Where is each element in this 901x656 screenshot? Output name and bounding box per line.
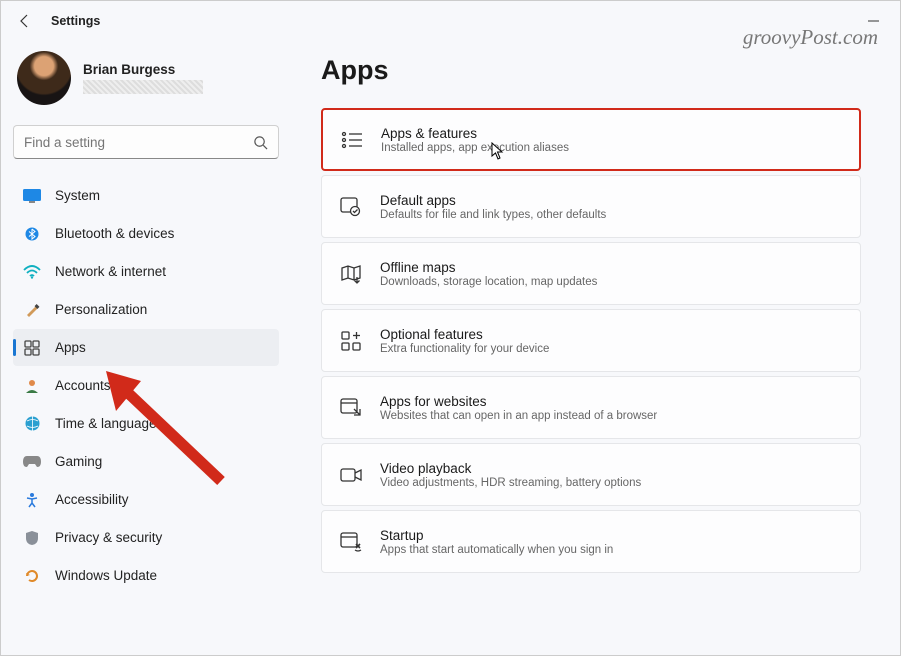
card-title: Optional features	[380, 327, 549, 342]
apps-websites-icon	[340, 397, 362, 419]
card-sub: Websites that can open in an app instead…	[380, 410, 657, 422]
wifi-icon	[23, 263, 41, 281]
nav-label: System	[55, 188, 100, 203]
card-video-playback[interactable]: Video playbackVideo adjustments, HDR str…	[321, 443, 861, 506]
card-title: Apps & features	[381, 126, 569, 141]
sidebar-item-apps[interactable]: Apps	[13, 329, 279, 366]
nav-label: Windows Update	[55, 568, 157, 583]
card-offline-maps[interactable]: Offline mapsDownloads, storage location,…	[321, 242, 861, 305]
nav-label: Accessibility	[55, 492, 129, 507]
sidebar-item-accessibility[interactable]: Accessibility	[13, 481, 279, 518]
brush-icon	[23, 301, 41, 319]
clock-globe-icon	[23, 415, 41, 433]
sidebar-item-bluetooth[interactable]: Bluetooth & devices	[13, 215, 279, 252]
search-icon	[253, 135, 268, 150]
sidebar-item-update[interactable]: Windows Update	[13, 557, 279, 594]
nav-label: Network & internet	[55, 264, 166, 279]
nav-label: Bluetooth & devices	[55, 226, 174, 241]
nav-label: Accounts	[55, 378, 111, 393]
card-apps-websites[interactable]: Apps for websitesWebsites that can open …	[321, 376, 861, 439]
sidebar-item-privacy[interactable]: Privacy & security	[13, 519, 279, 556]
card-title: Default apps	[380, 193, 606, 208]
card-sub: Extra functionality for your device	[380, 343, 549, 355]
sidebar: Brian Burgess System Bluetooth & devices…	[1, 41, 291, 655]
sidebar-item-network[interactable]: Network & internet	[13, 253, 279, 290]
page-title: Apps	[321, 55, 870, 86]
optional-features-icon	[340, 330, 362, 352]
card-sub: Video adjustments, HDR streaming, batter…	[380, 477, 641, 489]
card-title: Apps for websites	[380, 394, 657, 409]
list-icon	[341, 129, 363, 151]
gaming-icon	[23, 453, 41, 471]
apps-icon	[23, 339, 41, 357]
nav-label: Privacy & security	[55, 530, 162, 545]
search-input[interactable]	[24, 135, 253, 150]
window-title: Settings	[51, 14, 100, 28]
default-apps-icon	[340, 196, 362, 218]
accounts-icon	[23, 377, 41, 395]
sidebar-item-personalization[interactable]: Personalization	[13, 291, 279, 328]
update-icon	[23, 567, 41, 585]
card-sub: Apps that start automatically when you s…	[380, 544, 613, 556]
avatar	[17, 51, 71, 105]
nav-label: Time & language	[55, 416, 157, 431]
watermark: groovyPost.com	[743, 25, 878, 50]
bluetooth-icon	[23, 225, 41, 243]
back-button[interactable]	[5, 1, 45, 41]
map-icon	[340, 263, 362, 285]
card-optional-features[interactable]: Optional featuresExtra functionality for…	[321, 309, 861, 372]
profile-email-redacted	[83, 80, 203, 94]
search-box[interactable]	[13, 125, 279, 159]
card-title: Offline maps	[380, 260, 597, 275]
nav-list: System Bluetooth & devices Network & int…	[13, 177, 279, 594]
card-apps-features[interactable]: Apps & featuresInstalled apps, app execu…	[321, 108, 861, 171]
card-sub: Defaults for file and link types, other …	[380, 209, 606, 221]
startup-icon	[340, 531, 362, 553]
card-title: Video playback	[380, 461, 641, 476]
video-icon	[340, 464, 362, 486]
profile-block[interactable]: Brian Burgess	[13, 47, 279, 119]
accessibility-icon	[23, 491, 41, 509]
card-default-apps[interactable]: Default appsDefaults for file and link t…	[321, 175, 861, 238]
nav-label: Personalization	[55, 302, 147, 317]
card-startup[interactable]: StartupApps that start automatically whe…	[321, 510, 861, 573]
profile-name: Brian Burgess	[83, 62, 203, 77]
sidebar-item-gaming[interactable]: Gaming	[13, 443, 279, 480]
card-title: Startup	[380, 528, 613, 543]
card-sub: Installed apps, app execution aliases	[381, 142, 569, 154]
sidebar-item-system[interactable]: System	[13, 177, 279, 214]
card-sub: Downloads, storage location, map updates	[380, 276, 597, 288]
sidebar-item-accounts[interactable]: Accounts	[13, 367, 279, 404]
nav-label: Gaming	[55, 454, 102, 469]
nav-label: Apps	[55, 340, 86, 355]
main-content: Apps Apps & featuresInstalled apps, app …	[291, 41, 900, 655]
shield-icon	[23, 529, 41, 547]
sidebar-item-time[interactable]: Time & language	[13, 405, 279, 442]
system-icon	[23, 187, 41, 205]
card-list: Apps & featuresInstalled apps, app execu…	[321, 108, 861, 573]
